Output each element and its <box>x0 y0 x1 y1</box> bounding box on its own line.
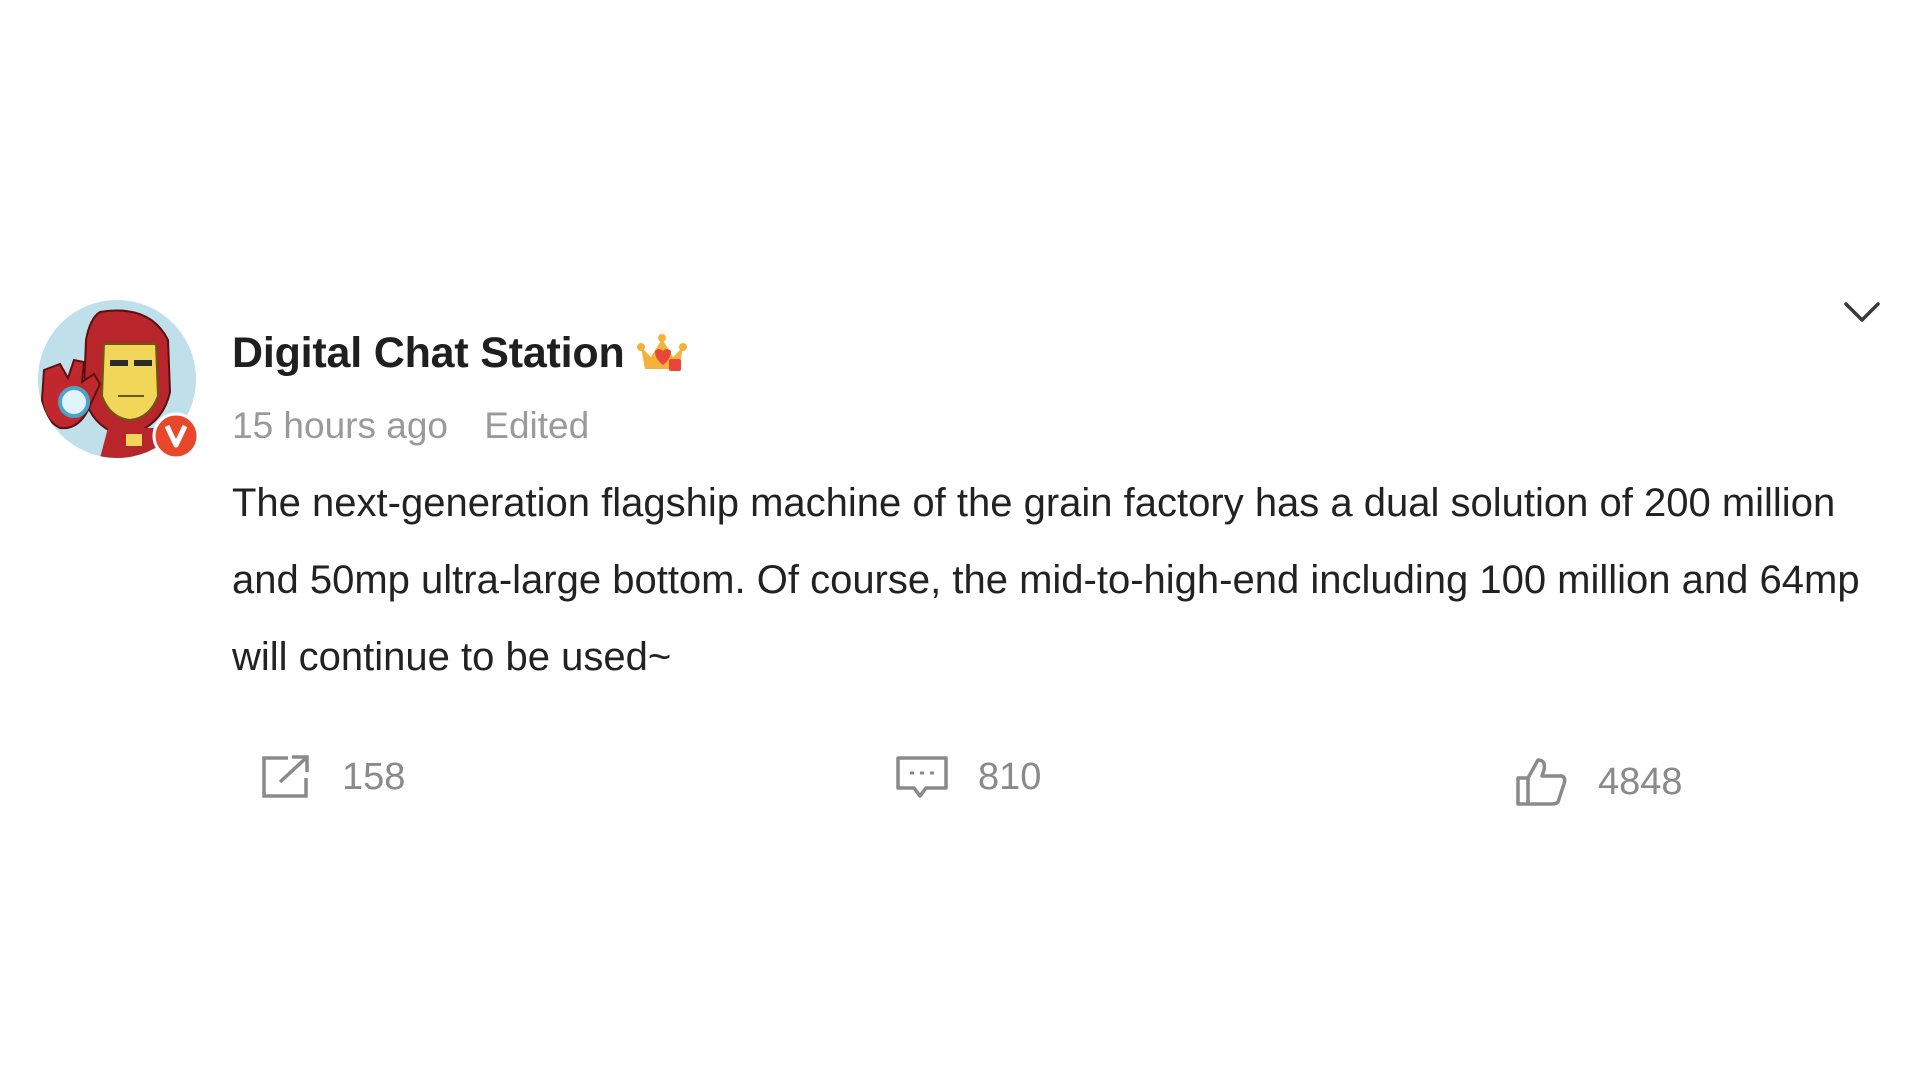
weibo-post: Digital Chat Station 15 hours ago Edited… <box>0 0 1920 1080</box>
crown-icon[interactable] <box>636 329 687 377</box>
repost-count: 158 <box>342 755 406 798</box>
post-time: 15 hours ago <box>232 405 449 446</box>
chevron-down-icon[interactable] <box>1840 292 1884 332</box>
repost-icon <box>262 755 309 798</box>
comment-count: 810 <box>978 755 1042 798</box>
verified-badge-icon <box>152 412 200 460</box>
username[interactable]: Digital Chat Station <box>232 329 625 378</box>
post-meta: 15 hours ago Edited <box>232 405 589 447</box>
comment-icon <box>896 756 948 798</box>
repost-button[interactable]: 158 <box>258 752 405 802</box>
like-button[interactable]: 4848 <box>1514 756 1683 808</box>
thumbs-up-icon <box>1516 758 1567 806</box>
like-count: 4848 <box>1598 760 1683 803</box>
post-header: Digital Chat Station <box>232 325 687 381</box>
avatar[interactable] <box>38 300 200 460</box>
edited-label[interactable]: Edited <box>484 405 589 446</box>
post-text: The next-generation flagship machine of … <box>232 481 1860 679</box>
comment-button[interactable]: 810 <box>894 752 1041 802</box>
